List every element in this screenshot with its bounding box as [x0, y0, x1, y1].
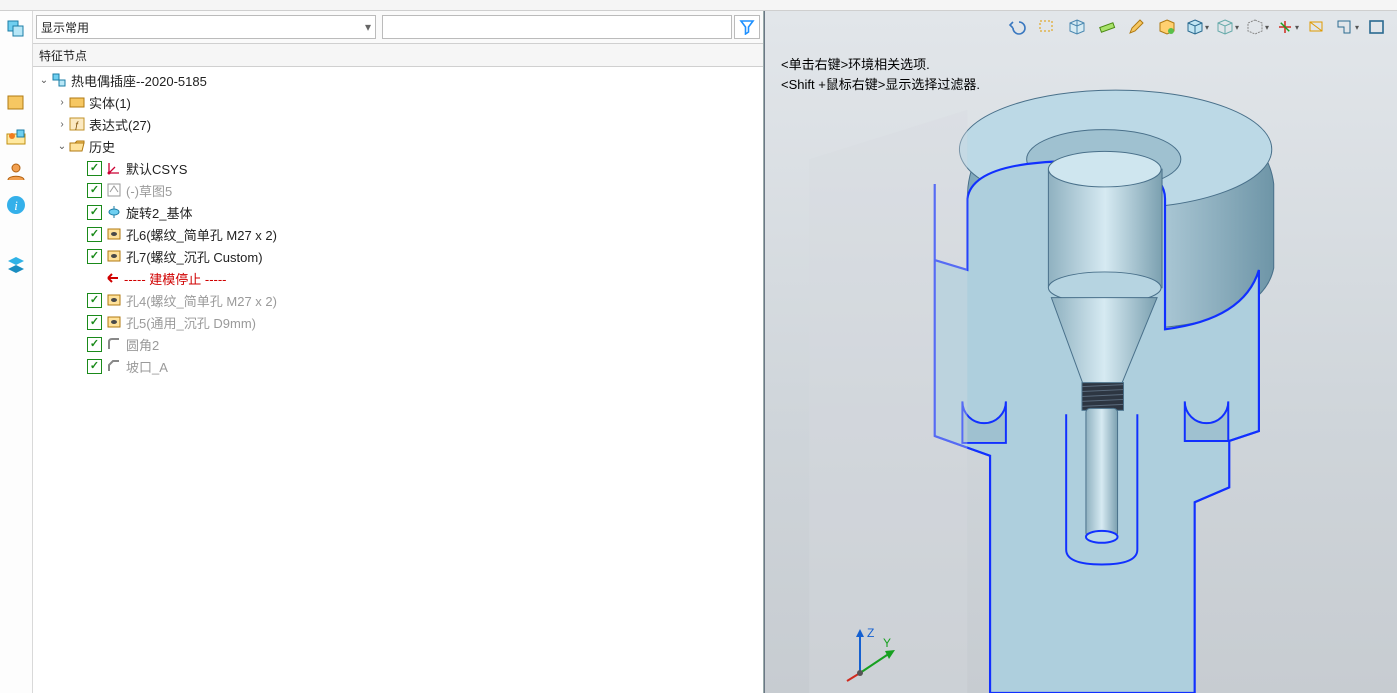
- tree-history-row[interactable]: ⌄ 历史: [33, 135, 763, 157]
- collapse-icon[interactable]: ⌄: [55, 139, 69, 153]
- feature-checkbox[interactable]: ✓: [87, 337, 102, 352]
- folder-open-icon: [69, 138, 85, 154]
- collapse-icon[interactable]: ⌄: [37, 73, 51, 87]
- tree-header: 特征节点: [33, 44, 763, 67]
- tree-row[interactable]: ✓ 孔5(通用_沉孔 D9mm): [33, 311, 763, 333]
- hole-icon: [106, 226, 122, 242]
- revolve-icon: [106, 204, 122, 220]
- filter-row: 显示常用 ▾: [33, 11, 763, 44]
- feature-label: 孔4(螺纹_简单孔 M27 x 2): [126, 291, 277, 310]
- tree-row[interactable]: ----- 建模停止 -----: [33, 267, 763, 289]
- feature-checkbox[interactable]: ✓: [87, 315, 102, 330]
- feature-label: 旋转2_基体: [126, 203, 192, 222]
- feature-label: 圆角2: [126, 335, 159, 354]
- hole-icon: [106, 248, 122, 264]
- model-viewport[interactable]: ▾ ▾ ▾ ▾ ▾ <单击右键>环境相关选项. <Shift +鼠标右键>显示选…: [765, 11, 1397, 693]
- expand-icon[interactable]: ›: [55, 117, 69, 131]
- tree-row[interactable]: ✓ 默认CSYS: [33, 157, 763, 179]
- axis-triad: Z Y: [845, 623, 905, 683]
- tree-row[interactable]: ✓ 孔7(螺纹_沉孔 Custom): [33, 245, 763, 267]
- tree-row[interactable]: ✓ 孔4(螺纹_简单孔 M27 x 2): [33, 289, 763, 311]
- expression-icon: ƒ: [69, 116, 85, 132]
- tree-row[interactable]: ✓ (-)草图5: [33, 179, 763, 201]
- feature-label: ----- 建模停止 -----: [124, 269, 227, 288]
- filter-text-input[interactable]: [382, 15, 732, 39]
- svg-text:ƒ: ƒ: [74, 120, 79, 130]
- feature-checkbox[interactable]: ✓: [87, 205, 102, 220]
- feature-checkbox[interactable]: ✓: [87, 161, 102, 176]
- svg-text:Y: Y: [883, 636, 891, 650]
- stop-icon: [104, 270, 120, 286]
- folder-icon: [69, 94, 85, 110]
- feature-label: 孔7(螺纹_沉孔 Custom): [126, 247, 263, 266]
- feature-checkbox[interactable]: ✓: [87, 293, 102, 308]
- scene-icon[interactable]: [4, 125, 28, 149]
- feature-checkbox[interactable]: ✓: [87, 227, 102, 242]
- feature-checkbox[interactable]: ✓: [87, 359, 102, 374]
- tree-row[interactable]: › ƒ 表达式(27): [33, 113, 763, 135]
- body-display-icon[interactable]: [4, 91, 28, 115]
- csys-icon: [106, 160, 122, 176]
- assembly-tree-icon[interactable]: [4, 17, 28, 41]
- assembly-icon: [51, 72, 67, 88]
- filter-funnel-button[interactable]: [734, 15, 760, 39]
- user-icon[interactable]: [4, 159, 28, 183]
- tree-root-label: 热电偶插座--2020-5185: [71, 71, 207, 90]
- layers-icon[interactable]: [4, 253, 28, 277]
- tree-row[interactable]: ✓ 孔6(螺纹_简单孔 M27 x 2): [33, 223, 763, 245]
- feature-checkbox[interactable]: ✓: [87, 183, 102, 198]
- sketch-icon: [106, 182, 122, 198]
- tree-row[interactable]: ✓ 坡口_A: [33, 355, 763, 377]
- tree-root-row[interactable]: ⌄ 热电偶插座--2020-5185: [33, 69, 763, 91]
- fillet-icon: [106, 336, 122, 352]
- svg-text:i: i: [14, 198, 18, 213]
- hole-icon: [106, 292, 122, 308]
- feature-tree[interactable]: ⌄ 热电偶插座--2020-5185 › 实体(1): [33, 67, 763, 693]
- feature-label: 孔6(螺纹_简单孔 M27 x 2): [126, 225, 277, 244]
- svg-text:Z: Z: [867, 626, 874, 640]
- feature-label: 默认CSYS: [126, 159, 187, 178]
- display-mode-select[interactable]: 显示常用 ▾: [36, 15, 376, 39]
- tree-row[interactable]: ✓ 圆角2: [33, 333, 763, 355]
- info-icon[interactable]: i: [4, 193, 28, 217]
- feature-tree-panel: 显示常用 ▾ 特征节点 ⌄: [33, 11, 764, 693]
- chamfer-icon: [106, 358, 122, 374]
- hole-icon: [106, 314, 122, 330]
- feature-label: 坡口_A: [126, 357, 168, 376]
- feature-label: (-)草图5: [126, 181, 172, 200]
- tree-row[interactable]: ✓ 旋转2_基体: [33, 201, 763, 223]
- feature-checkbox[interactable]: ✓: [87, 249, 102, 264]
- expand-icon[interactable]: ›: [55, 95, 69, 109]
- tree-row[interactable]: › 实体(1): [33, 91, 763, 113]
- feature-label: 孔5(通用_沉孔 D9mm): [126, 313, 256, 332]
- chevron-down-icon: ▾: [365, 20, 371, 34]
- side-toolbar: i: [0, 11, 33, 693]
- model-render: [765, 11, 1397, 693]
- display-mode-label: 显示常用: [41, 19, 89, 36]
